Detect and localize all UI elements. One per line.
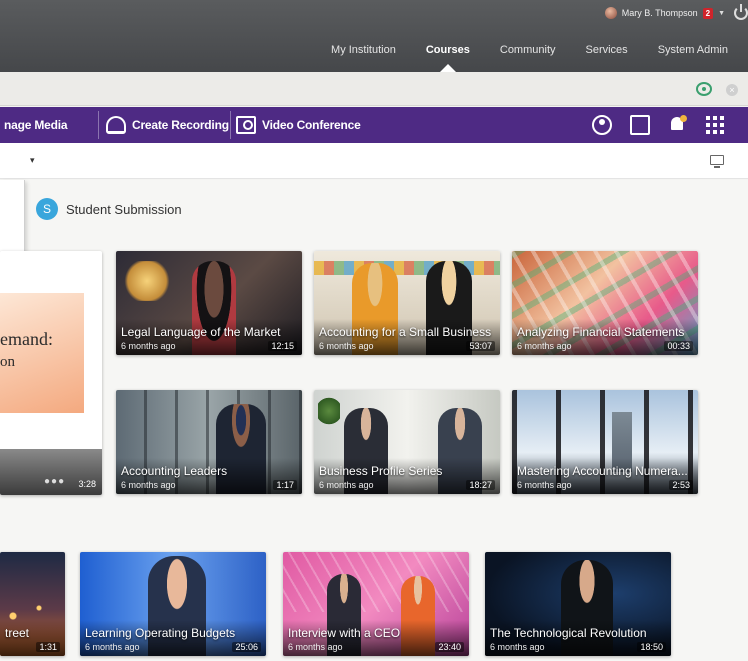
video-duration: 25:06 — [232, 642, 261, 652]
video-title: The Technological Revolution — [490, 626, 647, 640]
divider — [98, 111, 99, 139]
view-bar: ▾ — [0, 143, 748, 179]
video-duration: 18:27 — [466, 480, 495, 490]
video-date: 6 months ago — [85, 642, 140, 652]
power-icon[interactable] — [734, 4, 748, 20]
nav-courses[interactable]: Courses — [426, 44, 470, 72]
nav-my-institution[interactable]: My Institution — [331, 44, 396, 56]
external-link-icon[interactable] — [630, 115, 650, 135]
main-nav: My Institution Courses Community Service… — [331, 44, 728, 72]
video-date: 6 months ago — [517, 480, 572, 490]
slide-title: emand: — [0, 329, 53, 349]
video-duration: 23:40 — [435, 642, 464, 652]
avatar[interactable] — [604, 7, 617, 19]
video-date: 6 months ago — [319, 480, 374, 490]
background-light — [122, 261, 172, 301]
video-date: 6 months ago — [319, 341, 374, 351]
top-header: Mary B. Thompson 2 ▼ My Institution Cour… — [0, 0, 748, 72]
video-card[interactable]: Accounting Leaders 6 months ago 1:17 — [116, 390, 302, 494]
section-avatar: S — [36, 198, 58, 220]
notification-bell-icon[interactable] — [668, 115, 688, 135]
pattern-backdrop — [283, 552, 469, 612]
video-duration: 00:33 — [664, 341, 693, 351]
video-date: 6 months ago — [121, 480, 176, 490]
refresh-icon[interactable] — [696, 82, 712, 96]
video-card[interactable]: Accounting for a Small Business 6 months… — [314, 251, 500, 355]
video-card[interactable]: Interview with a CEO 6 months ago 23:40 — [283, 552, 469, 656]
account-icon[interactable] — [592, 115, 612, 135]
video-date: 6 months ago — [288, 642, 343, 652]
slide-thumbnail — [0, 293, 84, 413]
video-card[interactable]: Learning Operating Budgets 6 months ago … — [80, 552, 266, 656]
video-date: 6 months ago — [517, 341, 572, 351]
video-card-partial[interactable]: treet 1:31 — [0, 552, 65, 656]
shelf-items — [314, 261, 500, 275]
monitor-icon[interactable] — [710, 155, 724, 168]
section-header[interactable]: S Student Submission — [36, 198, 182, 220]
video-duration: 1:17 — [273, 480, 297, 490]
divider — [230, 111, 231, 139]
video-conference-label: Video Conference — [262, 118, 361, 132]
video-title: treet — [5, 626, 30, 640]
video-date: 6 months ago — [490, 642, 545, 652]
content-toolbar-strip: × — [0, 72, 748, 106]
video-duration: 53:07 — [466, 341, 495, 351]
create-recording-label: Create Recording — [132, 118, 229, 132]
video-title: Learning Operating Budgets — [85, 626, 236, 640]
video-duration: 18:50 — [637, 642, 666, 652]
video-duration: 2:53 — [669, 480, 693, 490]
video-title: Interview with a CEO — [288, 626, 401, 640]
video-date: 6 months ago — [121, 341, 176, 351]
video-duration: 12:15 — [268, 341, 297, 351]
video-card-partial[interactable]: emand: on ●●● 3:28 — [0, 251, 102, 495]
create-recording-button[interactable]: Create Recording — [106, 107, 229, 143]
video-title: Business Profile Series — [319, 464, 443, 478]
user-menu[interactable]: Mary B. Thompson 2 ▼ — [604, 4, 748, 22]
video-card[interactable]: Mastering Accounting Numera... 6 months … — [512, 390, 698, 494]
video-title: Accounting for a Small Business — [319, 325, 492, 339]
apps-grid-icon[interactable] — [706, 116, 724, 134]
video-card[interactable]: The Technological Revolution 6 months ag… — [485, 552, 671, 656]
dropdown-caret-icon[interactable]: ▾ — [30, 155, 35, 166]
close-icon[interactable]: × — [726, 84, 738, 96]
video-card[interactable]: Business Profile Series 6 months ago 18:… — [314, 390, 500, 494]
nav-services[interactable]: Services — [586, 44, 628, 56]
video-title: Legal Language of the Market — [121, 325, 281, 339]
slide-subtitle: on — [0, 354, 15, 370]
video-conference-button[interactable]: Video Conference — [236, 107, 361, 143]
presenter-icon — [236, 116, 256, 134]
manage-media-label: nage Media — [4, 118, 68, 132]
video-card[interactable]: Analyzing Financial Statements 6 months … — [512, 251, 698, 355]
chevron-down-icon[interactable]: ▼ — [718, 10, 725, 17]
video-duration: 1:31 — [36, 642, 60, 652]
section-title: Student Submission — [66, 201, 182, 217]
video-duration: 3:28 — [78, 479, 96, 489]
plant — [318, 396, 340, 426]
video-card[interactable]: Legal Language of the Market 6 months ag… — [116, 251, 302, 355]
more-dots-icon[interactable]: ●●● — [44, 476, 65, 487]
nav-community[interactable]: Community — [500, 44, 556, 56]
media-toolbar: nage Media Create Recording Video Confer… — [0, 107, 748, 143]
video-title: Mastering Accounting Numera... — [517, 464, 688, 478]
nav-system-admin[interactable]: System Admin — [658, 44, 728, 56]
manage-media-button[interactable]: nage Media — [4, 107, 68, 143]
video-title: Accounting Leaders — [121, 464, 228, 478]
notification-badge[interactable]: 2 — [702, 7, 714, 19]
video-title: Analyzing Financial Statements — [517, 325, 685, 339]
user-name[interactable]: Mary B. Thompson — [622, 8, 698, 18]
webcam-icon — [106, 116, 126, 134]
